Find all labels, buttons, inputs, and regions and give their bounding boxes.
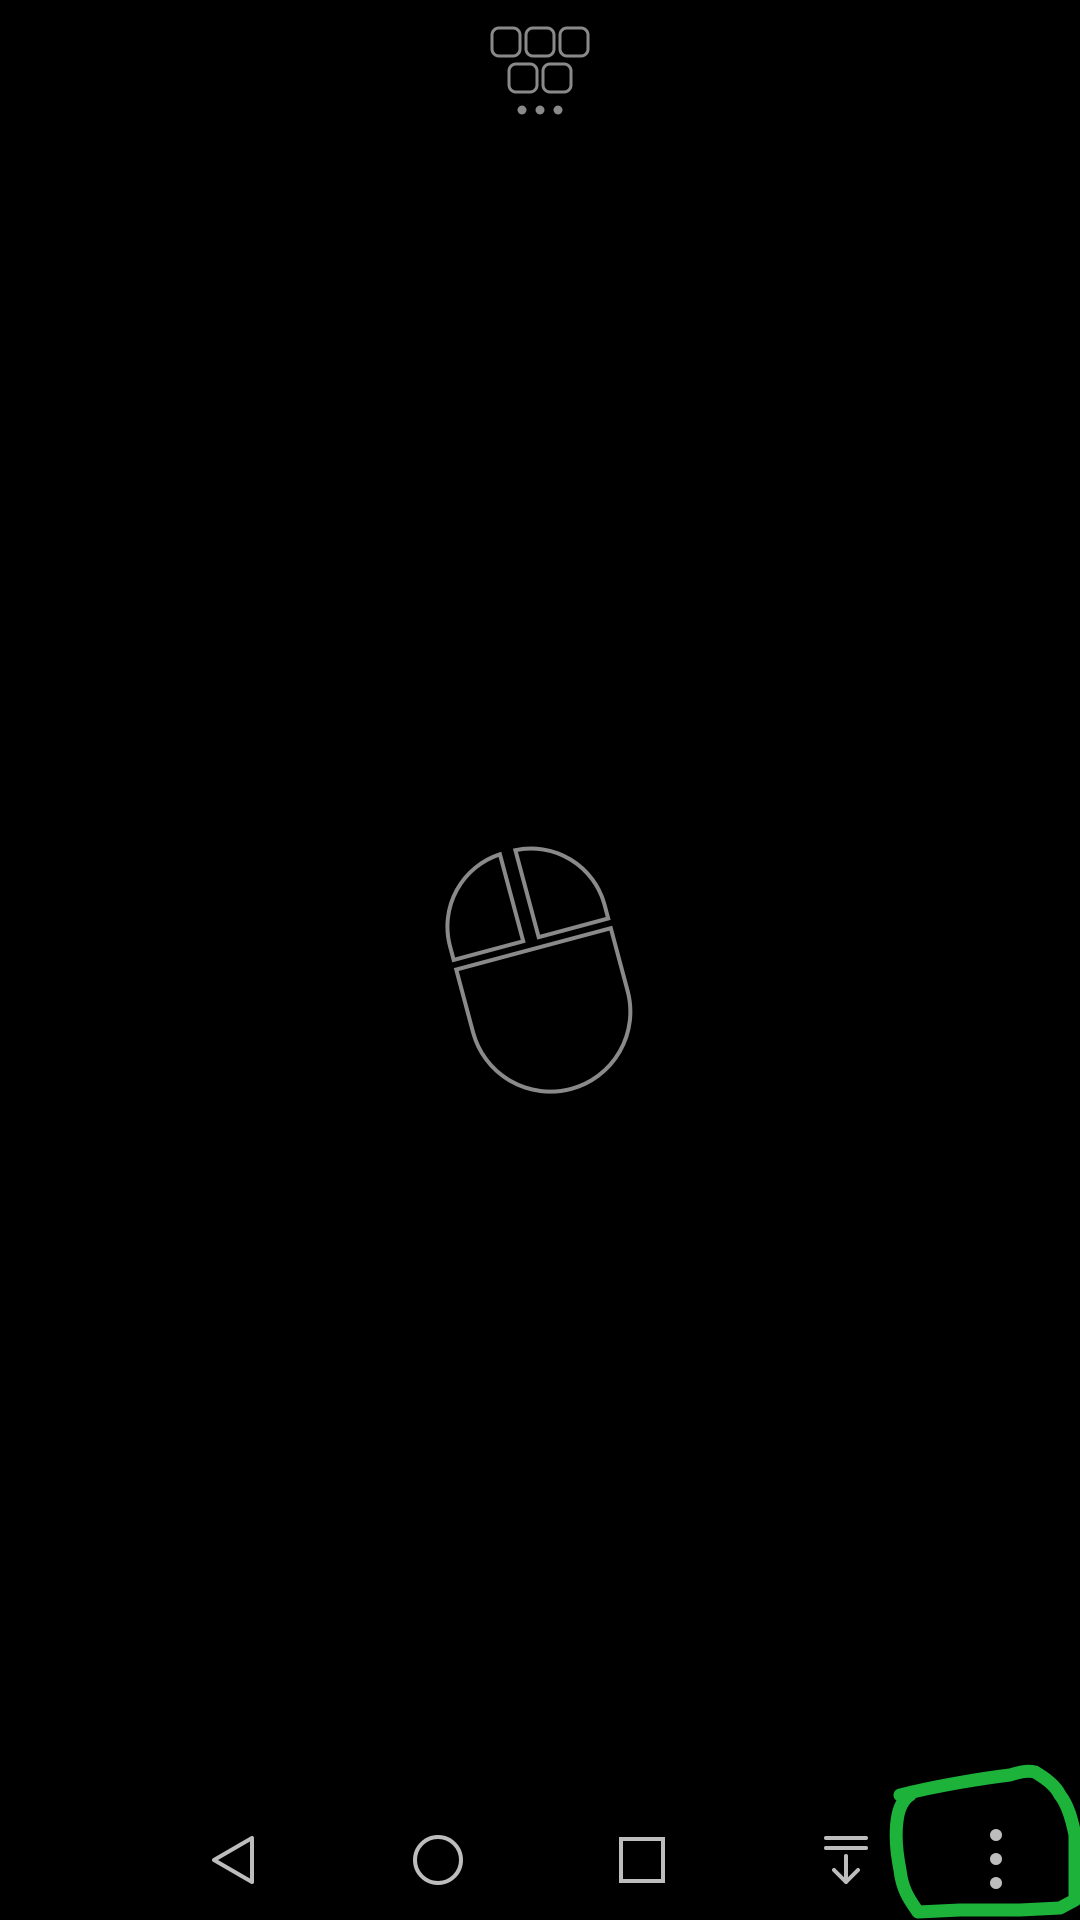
- keyboard-icon: [490, 26, 590, 115]
- remote-mouse-screen[interactable]: [0, 0, 1080, 1920]
- nav-hide-button[interactable]: [786, 1800, 906, 1920]
- mouse-pad-indicator: [420, 828, 660, 1118]
- keyboard-toggle-button[interactable]: [482, 22, 598, 122]
- recents-square-icon: [619, 1837, 665, 1883]
- nav-recents-button[interactable]: [582, 1800, 702, 1920]
- back-triangle-icon: [212, 1836, 254, 1884]
- nav-back-button[interactable]: [174, 1800, 294, 1920]
- nav-home-button[interactable]: [378, 1800, 498, 1920]
- navigation-bar: [0, 1800, 1080, 1920]
- nav-more-button[interactable]: [936, 1800, 1056, 1920]
- mouse-icon: [445, 846, 633, 1094]
- home-circle-icon: [413, 1835, 463, 1885]
- hide-navbar-icon: [824, 1836, 868, 1884]
- more-vertical-icon: [990, 1829, 1002, 1889]
